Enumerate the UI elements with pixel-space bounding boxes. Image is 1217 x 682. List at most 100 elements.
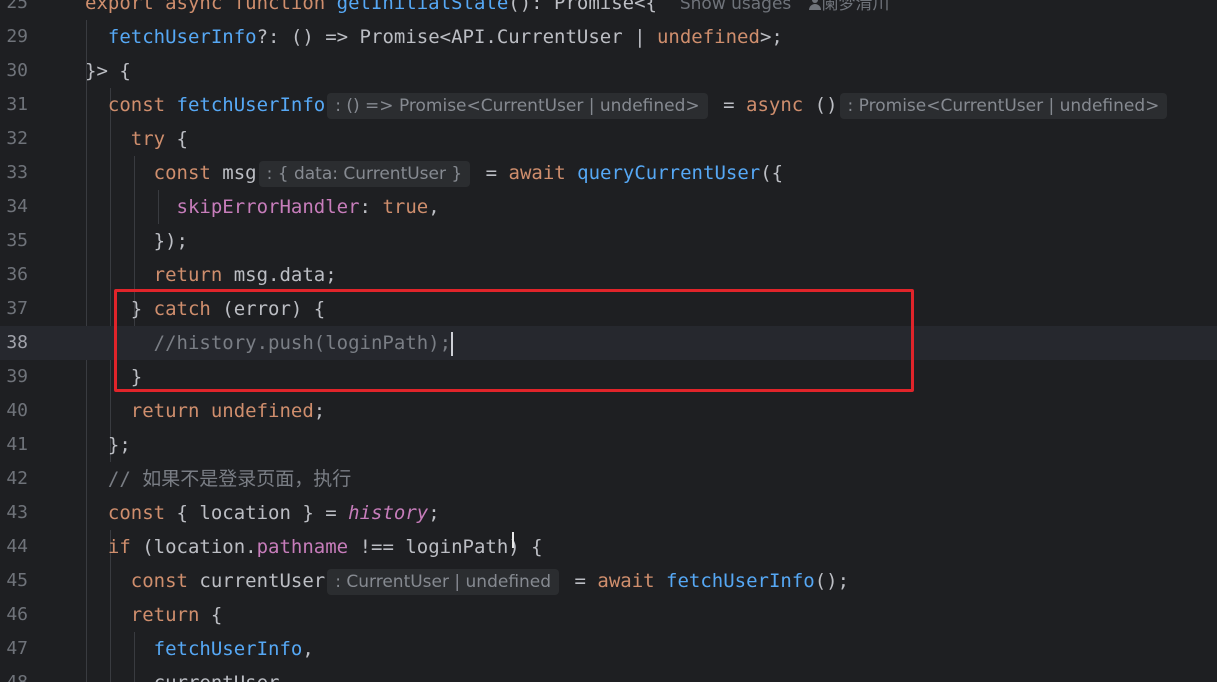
line-number: 48: [0, 666, 28, 682]
code-line[interactable]: 36 return msg.data;: [0, 258, 1217, 292]
line-code[interactable]: return {: [85, 598, 223, 632]
code-token: currentUser,: [85, 672, 291, 682]
code-token: (): [814, 94, 838, 116]
code-token: (location.: [142, 536, 257, 558]
code-line[interactable]: 46 return {: [0, 598, 1217, 632]
inlay-type-hint: : Promise<CurrentUser | undefined>: [839, 93, 1168, 119]
line-number: 33: [6, 162, 28, 183]
usages-hint[interactable]: 阑梦清川: [822, 0, 890, 14]
code-token: ?: () => Promise<API.CurrentUser |: [256, 26, 657, 48]
line-number: 41: [6, 434, 28, 455]
code-token: return: [130, 604, 200, 626]
line-code[interactable]: const currentUser: CurrentUser | undefin…: [85, 564, 849, 598]
code-token: }> {: [85, 60, 131, 82]
code-line[interactable]: 45 const currentUser: CurrentUser | unde…: [0, 564, 1217, 598]
line-code[interactable]: fetchUserInfo,: [85, 632, 314, 666]
code-token: { location } =: [176, 502, 349, 524]
code-line[interactable]: 34 skipErrorHandler: true,: [0, 190, 1217, 224]
line-number: 25: [6, 0, 28, 13]
line-number: 47: [6, 638, 28, 659]
line-number: 29: [6, 26, 28, 47]
line-number: 40: [6, 400, 28, 421]
code-token: const: [107, 502, 177, 524]
code-line[interactable]: 42 // 如果不是登录页面，执行: [0, 462, 1217, 496]
code-line[interactable]: 40 return undefined;: [0, 394, 1217, 428]
code-line[interactable]: 30}> {: [0, 54, 1217, 88]
line-number: 43: [6, 502, 28, 523]
code-token: ,: [428, 196, 440, 218]
catch-block-highlight-box: [114, 289, 914, 392]
code-token: {: [165, 128, 188, 150]
code-token: queryCurrentUser: [577, 162, 761, 184]
inlay-type-hint: : CurrentUser | undefined: [327, 569, 560, 595]
code-token: // 如果不是登录页面，执行: [107, 468, 352, 490]
code-token: export async function: [85, 0, 337, 14]
code-token: fetchUserInfo: [107, 26, 257, 48]
line-code[interactable]: export async function getInitialState():…: [85, 0, 890, 21]
code-token: await: [508, 162, 578, 184]
code-token: return: [153, 264, 234, 286]
code-token: =: [474, 162, 509, 184]
code-token: const: [107, 94, 177, 116]
code-line[interactable]: 47 fetchUserInfo,: [0, 632, 1217, 666]
line-code[interactable]: });: [85, 224, 188, 258]
code-token: fetchUserInfo: [153, 638, 303, 660]
line-code[interactable]: const fetchUserInfo: () => Promise<Curre…: [85, 88, 1171, 122]
code-line[interactable]: 35 });: [0, 224, 1217, 258]
line-code[interactable]: const { location } = history;: [85, 496, 440, 530]
line-number: 34: [6, 196, 28, 217]
line-code[interactable]: // 如果不是登录页面，执行: [85, 462, 351, 496]
code-line[interactable]: 41 };: [0, 428, 1217, 462]
code-line[interactable]: 32 try {: [0, 122, 1217, 156]
usages-hint[interactable]: Show usages: [680, 0, 791, 14]
code-token: ();: [814, 570, 850, 592]
line-code[interactable]: fetchUserInfo?: () => Promise<API.Curren…: [85, 20, 783, 54]
code-editor[interactable]: 25 export async function getInitialState(…: [0, 0, 1217, 682]
line-number: 42: [6, 468, 28, 489]
code-token: =: [563, 570, 598, 592]
code-line[interactable]: 31 const fetchUserInfo: () => Promise<Cu…: [0, 88, 1217, 122]
code-line[interactable]: 44 if (location.pathname !== loginPath) …: [0, 530, 1217, 564]
line-code[interactable]: try {: [85, 122, 188, 156]
line-code[interactable]: if (location.pathname !== loginPath) {: [85, 530, 543, 564]
line-number: 35: [6, 230, 28, 251]
line-code[interactable]: }> {: [85, 54, 131, 88]
code-token: >;: [759, 26, 783, 48]
line-code[interactable]: currentUser,: [85, 666, 291, 682]
code-token: if: [107, 536, 143, 558]
user-icon: [808, 0, 822, 11]
line-code[interactable]: };: [85, 428, 131, 462]
line-number: 37: [6, 298, 28, 319]
code-line[interactable]: 25 export async function getInitialState(…: [0, 0, 1217, 20]
code-line[interactable]: 48 currentUser,: [0, 666, 1217, 682]
code-token: undefined: [656, 26, 760, 48]
code-token: getInitialState: [336, 0, 509, 14]
code-token: :: [359, 196, 383, 218]
usages-hint[interactable]: [791, 0, 807, 14]
code-line[interactable]: 29 fetchUserInfo?: () => Promise<API.Cur…: [0, 20, 1217, 54]
text-cursor-icon: [512, 532, 520, 548]
code-token: });: [85, 230, 188, 252]
inlay-type-hint: : () => Promise<CurrentUser | undefined>: [327, 93, 708, 119]
code-token: try: [130, 128, 166, 150]
code-line[interactable]: 33 const msg: { data: CurrentUser } = aw…: [0, 156, 1217, 190]
code-token: const: [130, 570, 200, 592]
code-token: const: [153, 162, 223, 184]
line-code[interactable]: return msg.data;: [85, 258, 337, 292]
line-code[interactable]: skipErrorHandler: true,: [85, 190, 440, 224]
code-line[interactable]: 43 const { location } = history;: [0, 496, 1217, 530]
line-code[interactable]: return undefined;: [85, 394, 325, 428]
line-code[interactable]: const msg: { data: CurrentUser } = await…: [85, 156, 783, 190]
code-token: ;: [428, 502, 440, 524]
code-token: msg: [222, 162, 257, 184]
